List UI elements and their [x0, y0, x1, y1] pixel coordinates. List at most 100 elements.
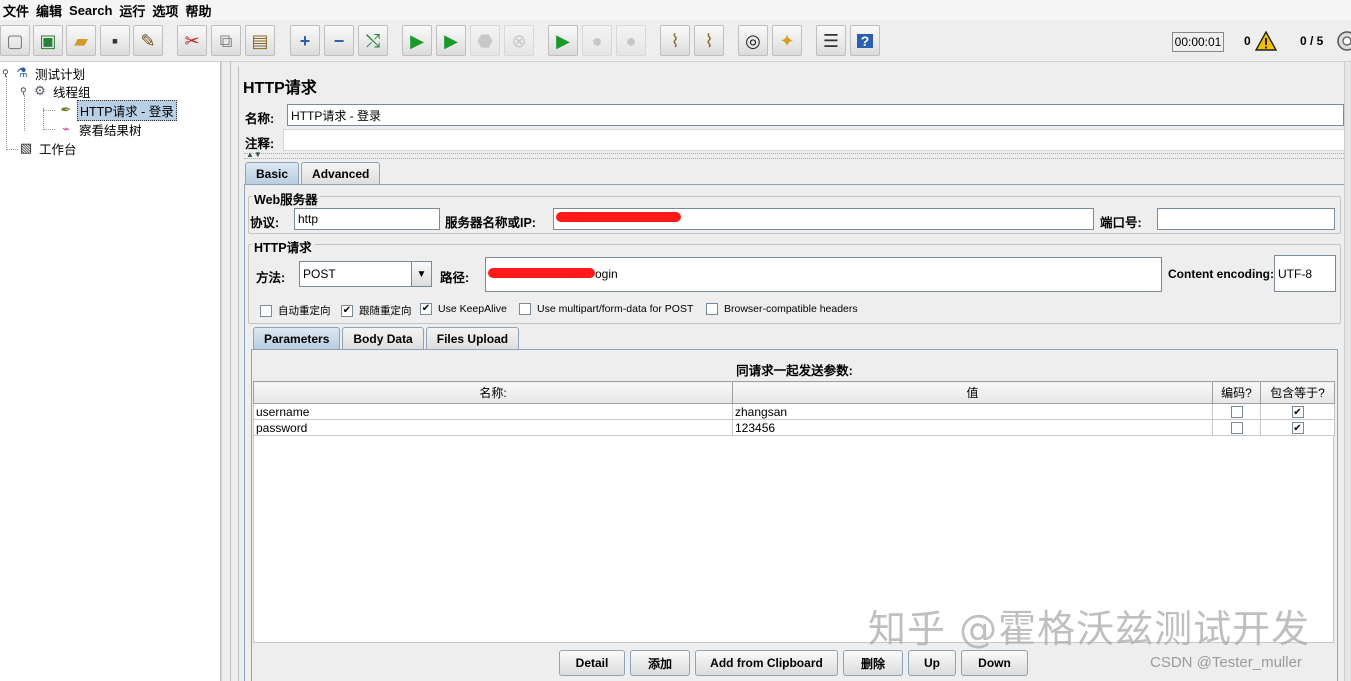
divider — [244, 153, 1346, 159]
start-button[interactable]: ▶ — [402, 25, 432, 56]
keepalive-checkbox[interactable]: ✔ Use KeepAlive — [420, 303, 507, 315]
function-helper-button[interactable]: ☰ — [816, 25, 846, 56]
param-value-cell[interactable]: zhangsan — [732, 403, 1213, 420]
name-input[interactable]: HTTP请求 - 登录 — [287, 104, 1344, 126]
tree-item-workbench[interactable]: ▧ 工作台 — [18, 139, 79, 157]
browser-headers-checkbox[interactable]: Browser-compatible headers — [706, 303, 858, 315]
toolbar: ▢ ▣ ▰ ▪ ✎ ✂ ⧉ ▤ + − ⤭ ▶ ▶ ⬣ ⊗ ▶ ● ● ⌇ ⌇ … — [0, 20, 1351, 62]
column-header-encode[interactable]: 编码? — [1212, 381, 1261, 404]
reset-search-button[interactable]: ✦ — [772, 25, 802, 56]
tab-files-upload[interactable]: Files Upload — [425, 327, 520, 349]
start-no-pause-icon: ▶ — [444, 30, 458, 51]
param-name-cell[interactable]: username — [253, 403, 733, 420]
tree-item-label: 工作台 — [39, 142, 77, 157]
detail-button[interactable]: Detail — [559, 650, 625, 676]
comment-input[interactable] — [283, 129, 1346, 151]
remote-stop-button[interactable]: ● — [582, 25, 612, 56]
tab-parameters[interactable]: Parameters — [253, 327, 341, 349]
multipart-checkbox[interactable]: Use multipart/form-data for POST — [519, 303, 693, 315]
protocol-input[interactable]: http — [294, 208, 440, 230]
paste-button[interactable]: ▤ — [245, 25, 275, 56]
expand-button[interactable]: + — [290, 25, 320, 56]
parameter-tabs: Parameters Body Data Files Upload — [253, 327, 521, 349]
delete-button[interactable]: 删除 — [843, 650, 903, 676]
encode-cell[interactable] — [1212, 403, 1261, 420]
tab-basic[interactable]: Basic — [245, 162, 300, 184]
encode-cell[interactable] — [1212, 419, 1261, 436]
remote-shutdown-button[interactable]: ● — [616, 25, 646, 56]
search-button[interactable]: ◎ — [738, 25, 768, 56]
menu-edit[interactable]: 编辑 — [35, 1, 68, 20]
new-icon: ▢ — [6, 30, 24, 51]
down-button[interactable]: Down — [961, 650, 1028, 676]
new-button[interactable]: ▢ — [0, 25, 30, 56]
tab-body-data[interactable]: Body Data — [342, 327, 424, 349]
include-equals-cell[interactable]: ✔ — [1260, 403, 1335, 420]
warning-icon[interactable] — [1255, 31, 1277, 51]
expand-handle-icon[interactable]: ⚲ — [2, 68, 14, 79]
chevron-down-icon[interactable]: ▼ — [411, 262, 431, 286]
cut-button[interactable]: ✂ — [177, 25, 207, 56]
help-button[interactable]: ? — [850, 25, 880, 56]
clear-icon: ⌇ — [670, 30, 680, 51]
scrollbar[interactable] — [1344, 62, 1351, 681]
tree-item-results-tree[interactable]: ⌁ 察看结果树 — [58, 120, 144, 138]
encoding-input[interactable]: UTF-8 — [1274, 255, 1336, 292]
encode-checkbox[interactable] — [1230, 406, 1243, 419]
shutdown-button[interactable]: ⊗ — [504, 25, 534, 56]
params-title: 同请求一起发送参数: — [736, 364, 853, 378]
start-no-pause-button[interactable]: ▶ — [436, 25, 466, 56]
port-input[interactable] — [1157, 208, 1335, 230]
menu-search[interactable]: Search — [68, 3, 118, 18]
menu-options[interactable]: 选项 — [151, 1, 184, 20]
clear-all-button[interactable]: ⌇ — [694, 25, 724, 56]
collapse-button[interactable]: − — [324, 25, 354, 56]
checkbox-box[interactable]: ✔ — [341, 304, 353, 317]
method-select[interactable]: POST ▼ — [299, 261, 432, 287]
auto-redirect-checkbox[interactable]: 自动重定向 — [260, 303, 331, 318]
stop-button[interactable]: ⬣ — [470, 25, 500, 56]
save-button[interactable]: ▪ — [100, 25, 130, 56]
tab-advanced[interactable]: Advanced — [301, 162, 381, 184]
menu-help[interactable]: 帮助 — [184, 1, 217, 20]
split-pane-divider[interactable] — [221, 62, 231, 681]
column-header-value[interactable]: 值 — [732, 381, 1213, 404]
column-header-include-equals[interactable]: 包含等于? — [1260, 381, 1335, 404]
toggle-button[interactable]: ⤭ — [358, 25, 388, 56]
encode-checkbox[interactable] — [1230, 422, 1243, 435]
include-equals-checkbox[interactable]: ✔ — [1291, 422, 1304, 435]
open-button[interactable]: ▰ — [66, 25, 96, 56]
templates-button[interactable]: ▣ — [33, 25, 63, 56]
copy-button[interactable]: ⧉ — [211, 25, 241, 56]
table-row[interactable]: password 123456 ✔ — [253, 419, 1335, 436]
column-header-name[interactable]: 名称: — [253, 381, 733, 404]
param-name-cell[interactable]: password — [253, 419, 733, 436]
collapse-arrows-icon[interactable]: ▲▼ — [246, 150, 262, 159]
function-helper-icon: ☰ — [822, 30, 840, 51]
clear-button[interactable]: ⌇ — [660, 25, 690, 56]
add-button[interactable]: 添加 — [630, 650, 690, 676]
expand-handle-icon[interactable]: ⚲ — [20, 86, 32, 97]
checkbox-box[interactable] — [706, 303, 718, 315]
parameters-table: 名称: 值 编码? 包含等于? username zhangsan ✔ pass… — [253, 381, 1335, 436]
http-sampler-icon: ✒ — [60, 102, 72, 117]
tree-item-http-request[interactable]: ✒ HTTP请求 - 登录 — [58, 99, 177, 121]
up-button[interactable]: Up — [908, 650, 956, 676]
table-row[interactable]: username zhangsan ✔ — [253, 403, 1335, 420]
remote-status-icon[interactable] — [1336, 30, 1351, 52]
checkbox-box[interactable] — [260, 304, 272, 317]
save-as-button[interactable]: ✎ — [133, 25, 163, 56]
tree-item-thread-group[interactable]: ⚲ ⚙ 线程组 — [20, 82, 93, 100]
remote-start-button[interactable]: ▶ — [548, 25, 578, 56]
checkbox-box[interactable] — [519, 303, 531, 315]
follow-redirect-checkbox[interactable]: ✔ 跟随重定向 — [341, 303, 412, 318]
tree-item-label: HTTP请求 - 登录 — [77, 99, 177, 121]
menu-file[interactable]: 文件 — [2, 1, 35, 20]
tree-item-test-plan[interactable]: ⚲ ⚗ 测试计划 — [2, 64, 87, 82]
param-value-cell[interactable]: 123456 — [732, 419, 1213, 436]
include-equals-checkbox[interactable]: ✔ — [1291, 406, 1304, 419]
checkbox-box[interactable]: ✔ — [420, 303, 432, 315]
include-equals-cell[interactable]: ✔ — [1260, 419, 1335, 436]
add-from-clipboard-button[interactable]: Add from Clipboard — [695, 650, 838, 676]
menu-run[interactable]: 运行 — [118, 1, 151, 20]
